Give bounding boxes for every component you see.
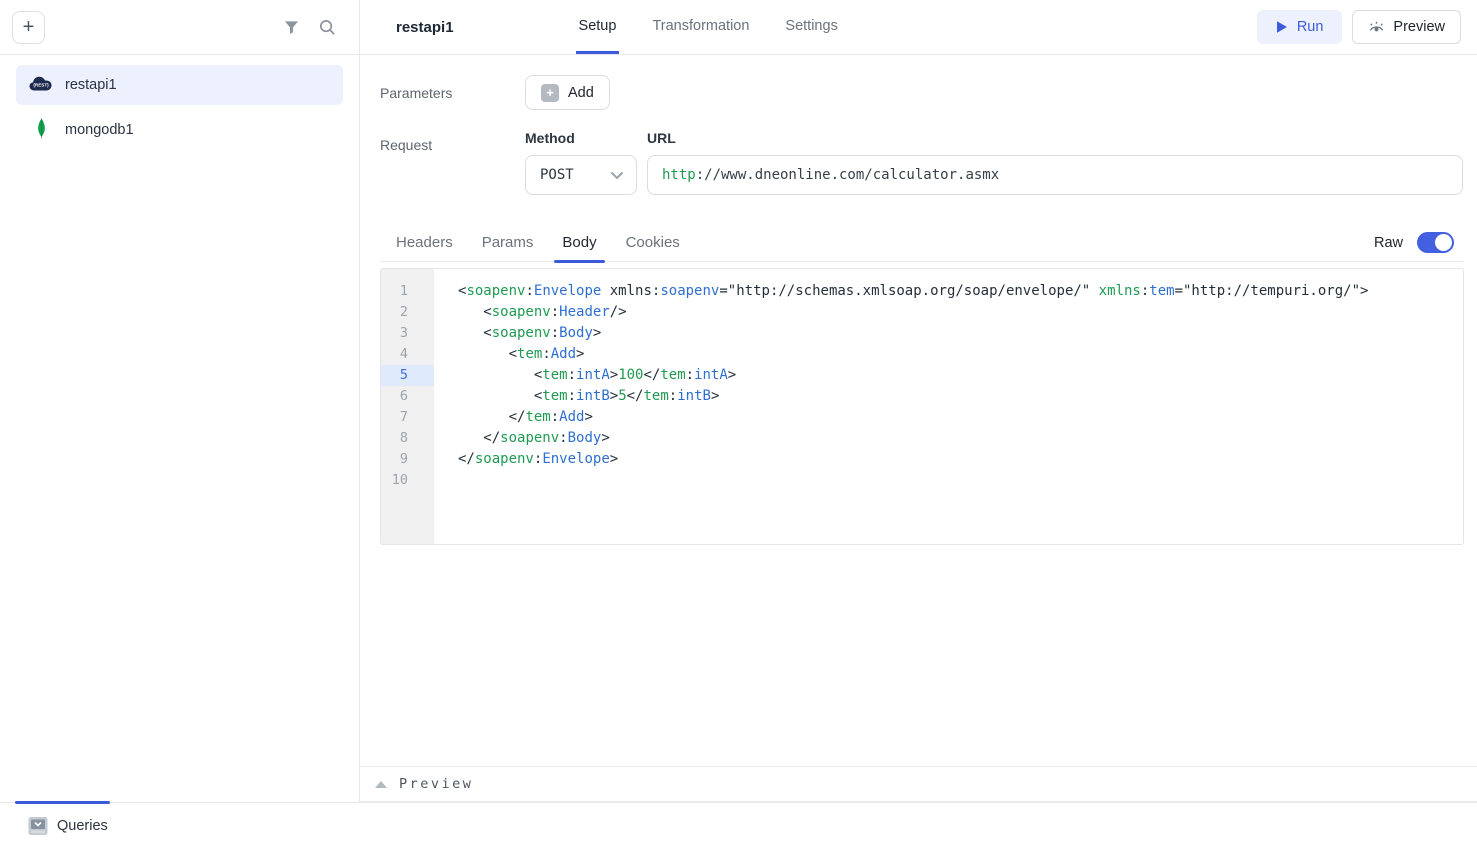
request-label: Request: [380, 130, 525, 195]
request-row: Request Method POST URL http://www.dneon…: [380, 130, 1463, 195]
body-subtabs: Headers Params Body Cookies: [396, 224, 680, 261]
code-line[interactable]: [458, 470, 1463, 491]
queries-label: Queries: [57, 818, 108, 834]
main-panel: restapi1 Setup Transformation Settings R…: [360, 0, 1477, 802]
filter-icon[interactable]: [277, 13, 305, 41]
line-number: 10: [381, 470, 434, 491]
line-number: 4: [381, 344, 434, 365]
collapse-up-icon: [375, 781, 387, 788]
tab-cookies[interactable]: Cookies: [626, 224, 680, 261]
code-area[interactable]: <soapenv:Envelope xmlns:soapenv="http://…: [434, 269, 1463, 544]
header-actions: Run Preview: [1257, 0, 1477, 54]
line-number: 9: [381, 449, 434, 470]
code-editor[interactable]: 12345678910 <soapenv:Envelope xmlns:soap…: [380, 268, 1464, 545]
url-input[interactable]: http://www.dneonline.com/calculator.asmx: [647, 155, 1463, 195]
line-number: 2: [381, 302, 434, 323]
toggle-knob: [1435, 234, 1452, 251]
line-number: 1: [381, 281, 434, 302]
chevron-down-icon: [610, 171, 624, 180]
code-line[interactable]: </soapenv:Body>: [458, 428, 1463, 449]
sidebar-header: +: [0, 0, 359, 55]
line-number: 6: [381, 386, 434, 407]
add-parameter-button[interactable]: + Add: [525, 75, 610, 110]
code-line[interactable]: <soapenv:Header/>: [458, 302, 1463, 323]
queries-icon: [28, 816, 48, 836]
code-line[interactable]: <tem:intA>100</tem:intA>: [458, 365, 1463, 386]
raw-toggle[interactable]: [1417, 232, 1454, 253]
svg-text:(REST): (REST): [33, 82, 49, 87]
tab-params[interactable]: Params: [482, 224, 534, 261]
method-column: Method POST: [525, 130, 637, 195]
sidebar: + (REST) restapi1: [0, 0, 360, 802]
bottom-bar: Queries: [0, 802, 1477, 847]
sidebar-item-restapi1[interactable]: (REST) restapi1: [16, 65, 343, 105]
eye-icon: [1368, 19, 1385, 35]
header-tabs: Setup Transformation Settings: [576, 0, 841, 54]
tab-headers[interactable]: Headers: [396, 224, 453, 261]
code-line[interactable]: <tem:Add>: [458, 344, 1463, 365]
code-line[interactable]: </soapenv:Envelope>: [458, 449, 1463, 470]
run-button[interactable]: Run: [1257, 10, 1343, 44]
rest-api-cloud-icon: (REST): [28, 75, 54, 96]
url-column: URL http://www.dneonline.com/calculator.…: [647, 130, 1463, 195]
sidebar-item-mongodb1[interactable]: mongodb1: [16, 110, 343, 150]
body-subtabs-row: Headers Params Body Cookies Raw: [380, 224, 1464, 262]
new-query-button[interactable]: +: [12, 11, 45, 44]
code-line[interactable]: <tem:intB>5</tem:intB>: [458, 386, 1463, 407]
sidebar-item-label: restapi1: [65, 77, 117, 93]
plus-icon: +: [541, 84, 559, 102]
line-number-gutter: 12345678910: [381, 269, 434, 544]
play-icon: [1276, 20, 1288, 34]
main-header: restapi1 Setup Transformation Settings R…: [360, 0, 1477, 55]
line-number: 3: [381, 323, 434, 344]
mongodb-leaf-icon: [28, 118, 54, 143]
tab-setup[interactable]: Setup: [576, 0, 620, 54]
raw-label: Raw: [1374, 235, 1403, 251]
tab-queries[interactable]: Queries: [28, 803, 108, 848]
line-number: 8: [381, 428, 434, 449]
response-preview-bar[interactable]: Preview: [360, 766, 1477, 802]
code-line[interactable]: <soapenv:Envelope xmlns:soapenv="http://…: [458, 281, 1463, 302]
tab-transformation[interactable]: Transformation: [649, 0, 752, 54]
query-title: restapi1: [396, 0, 454, 54]
url-label: URL: [647, 130, 1463, 155]
line-number: 5: [381, 365, 434, 386]
line-number: 7: [381, 407, 434, 428]
search-icon[interactable]: [313, 13, 341, 41]
tab-settings[interactable]: Settings: [782, 0, 840, 54]
sidebar-item-label: mongodb1: [65, 122, 134, 138]
code-line[interactable]: </tem:Add>: [458, 407, 1463, 428]
preview-button[interactable]: Preview: [1352, 10, 1461, 44]
method-label: Method: [525, 130, 637, 155]
tab-body[interactable]: Body: [562, 224, 596, 261]
parameters-label: Parameters: [380, 85, 525, 101]
preview-bar-label: Preview: [399, 776, 473, 792]
parameters-row: Parameters + Add: [380, 75, 610, 110]
code-line[interactable]: <soapenv:Body>: [458, 323, 1463, 344]
method-select[interactable]: POST: [525, 155, 637, 195]
raw-toggle-group: Raw: [1374, 232, 1464, 253]
query-list: (REST) restapi1 mongodb1: [0, 55, 359, 165]
